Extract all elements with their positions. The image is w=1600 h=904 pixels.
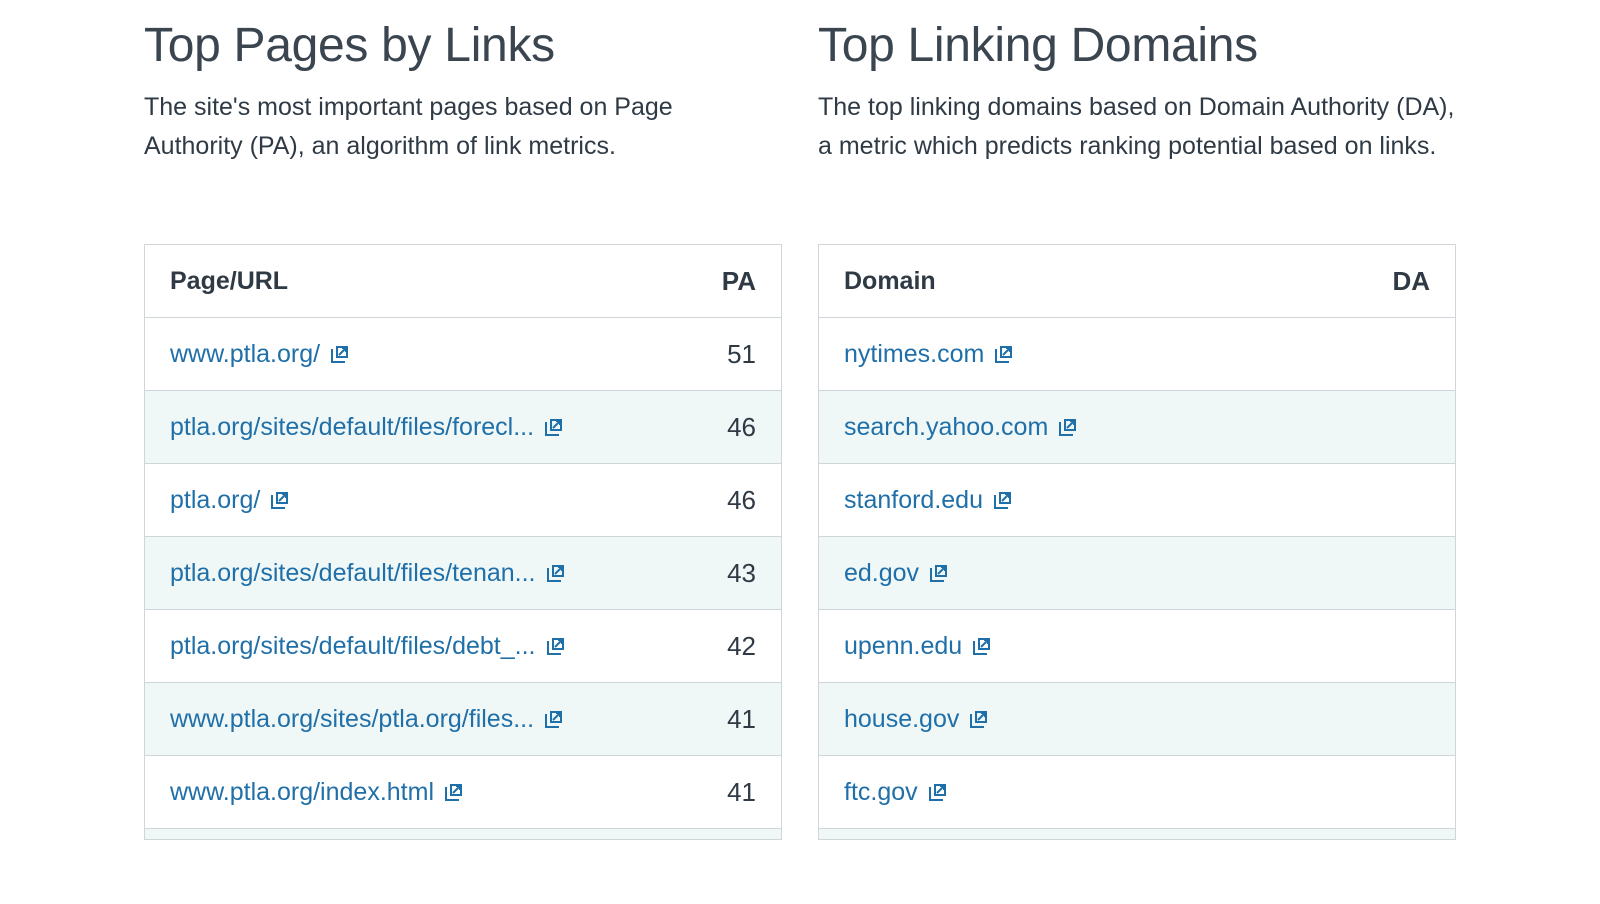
pa-value: 46 <box>727 484 756 515</box>
domain-link[interactable]: upenn.edu <box>844 632 962 661</box>
pa-value: 51 <box>727 338 756 369</box>
external-link-icon[interactable] <box>543 416 565 438</box>
table-row: ftc.gov <box>819 756 1455 829</box>
external-link-icon[interactable] <box>545 635 567 657</box>
table-header: Domain DA <box>819 245 1455 318</box>
table-row: ptla.org/sites/default/files/tenan... 43 <box>145 537 781 610</box>
page-url-link[interactable]: www.ptla.org/index.html <box>170 778 434 807</box>
external-link-icon[interactable] <box>443 781 465 803</box>
external-link-icon[interactable] <box>993 343 1015 365</box>
pa-value: 43 <box>727 557 756 588</box>
table-row: www.ptla.org/index.html 41 <box>145 756 781 829</box>
top-pages-description: The site's most important pages based on… <box>144 93 673 160</box>
page-url-link[interactable]: www.ptla.org/sites/ptla.org/files... <box>170 705 534 734</box>
table-row: stanford.edu <box>819 464 1455 537</box>
domain-link[interactable]: ed.gov <box>844 559 919 588</box>
domain-link[interactable]: nytimes.com <box>844 340 984 369</box>
page-url-link[interactable]: www.ptla.org/ <box>170 340 320 369</box>
page-url-link[interactable]: ptla.org/ <box>170 486 260 515</box>
column-header-domain: Domain <box>844 266 936 295</box>
domain-link[interactable]: ftc.gov <box>844 778 918 807</box>
top-pages-title: Top Pages by Links <box>144 19 555 72</box>
top-domains-title: Top Linking Domains <box>818 19 1258 72</box>
table-row: ptla.org/ 46 <box>145 464 781 537</box>
pa-value: 41 <box>727 703 756 734</box>
external-link-icon[interactable] <box>927 781 949 803</box>
table-row: www.ptla.org/sites/ptla.org/files... 41 <box>145 683 781 756</box>
pa-value: 41 <box>727 776 756 807</box>
external-link-icon[interactable] <box>1057 416 1079 438</box>
table-row: www.ptla.org/ 51 <box>145 318 781 391</box>
table-footer <box>145 829 781 839</box>
table-row: search.yahoo.com <box>819 391 1455 464</box>
column-header-da: DA <box>1392 265 1430 296</box>
domain-link[interactable]: stanford.edu <box>844 486 983 515</box>
table-row: house.gov <box>819 683 1455 756</box>
external-link-icon[interactable] <box>543 708 565 730</box>
pa-value: 46 <box>727 411 756 442</box>
external-link-icon[interactable] <box>928 562 950 584</box>
domain-link[interactable]: search.yahoo.com <box>844 413 1048 442</box>
external-link-icon[interactable] <box>545 562 567 584</box>
table-row: ptla.org/sites/default/files/forecl... 4… <box>145 391 781 464</box>
table-header: Page/URL PA <box>145 245 781 318</box>
external-link-icon[interactable] <box>971 635 993 657</box>
table-row: nytimes.com <box>819 318 1455 391</box>
table-row: upenn.edu <box>819 610 1455 683</box>
table-footer <box>819 829 1455 839</box>
table-row: ptla.org/sites/default/files/debt_... 42 <box>145 610 781 683</box>
external-link-icon[interactable] <box>968 708 990 730</box>
pa-value: 42 <box>727 630 756 661</box>
page-url-link[interactable]: ptla.org/sites/default/files/forecl... <box>170 413 534 442</box>
top-pages-table: Page/URL PA www.ptla.org/ 51 ptla.org/si… <box>144 244 782 840</box>
page-url-link[interactable]: ptla.org/sites/default/files/debt_... <box>170 632 536 661</box>
page-url-link[interactable]: ptla.org/sites/default/files/tenan... <box>170 559 536 588</box>
column-header-pa: PA <box>721 265 756 296</box>
external-link-icon[interactable] <box>992 489 1014 511</box>
external-link-icon[interactable] <box>269 489 291 511</box>
domain-link[interactable]: house.gov <box>844 705 959 734</box>
external-link-icon[interactable] <box>329 343 351 365</box>
top-domains-table: Domain DA nytimes.com search.yahoo.com s… <box>818 244 1456 840</box>
table-row: ed.gov <box>819 537 1455 610</box>
top-domains-description: The top linking domains based on Domain … <box>818 93 1455 160</box>
column-header-page-url: Page/URL <box>170 266 289 295</box>
